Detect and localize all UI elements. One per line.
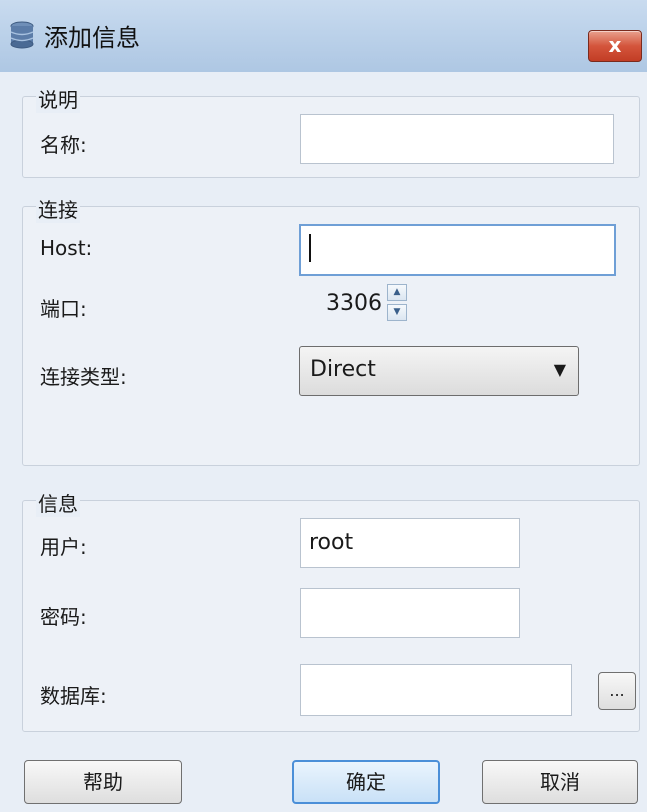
help-button[interactable]: 帮助 xyxy=(24,760,182,804)
user-field[interactable]: root xyxy=(300,518,520,568)
close-icon: x xyxy=(608,33,622,57)
cancel-button[interactable]: 取消 xyxy=(482,760,638,804)
name-label: 名称: xyxy=(40,133,87,157)
browse-database-button[interactable]: ... xyxy=(598,672,636,710)
port-field[interactable]: 3306 xyxy=(300,291,382,316)
name-field[interactable] xyxy=(300,114,614,164)
window-title: 添加信息 xyxy=(44,24,140,52)
chevron-down-icon: ▼ xyxy=(553,360,566,379)
password-label: 密码: xyxy=(40,605,87,629)
description-group-label: 说明 xyxy=(36,84,80,113)
user-label: 用户: xyxy=(40,535,87,559)
connection-type-value: Direct xyxy=(310,357,376,382)
info-group-label: 信息 xyxy=(36,488,80,517)
connection-group-label: 连接 xyxy=(36,194,80,223)
host-field[interactable] xyxy=(299,224,616,276)
text-caret xyxy=(309,234,311,262)
connection-type-select[interactable]: Direct ▼ xyxy=(299,346,579,396)
connection-type-label: 连接类型: xyxy=(40,365,127,389)
port-label: 端口: xyxy=(40,297,87,321)
database-label: 数据库: xyxy=(40,684,107,708)
triangle-down-icon[interactable]: ▼ xyxy=(387,304,407,321)
title-bar: 添加信息 x xyxy=(0,0,647,72)
database-icon xyxy=(10,21,34,49)
add-info-dialog: 添加信息 x 说明 名称: 连接 Host: 端口: 3306 ▲ ▼ 连接类型… xyxy=(0,0,647,812)
host-label: Host: xyxy=(40,236,93,260)
password-field[interactable] xyxy=(300,588,520,638)
database-field[interactable] xyxy=(300,664,572,716)
ok-button[interactable]: 确定 xyxy=(292,760,440,804)
triangle-up-icon[interactable]: ▲ xyxy=(387,284,407,301)
close-button[interactable]: x xyxy=(588,30,642,62)
